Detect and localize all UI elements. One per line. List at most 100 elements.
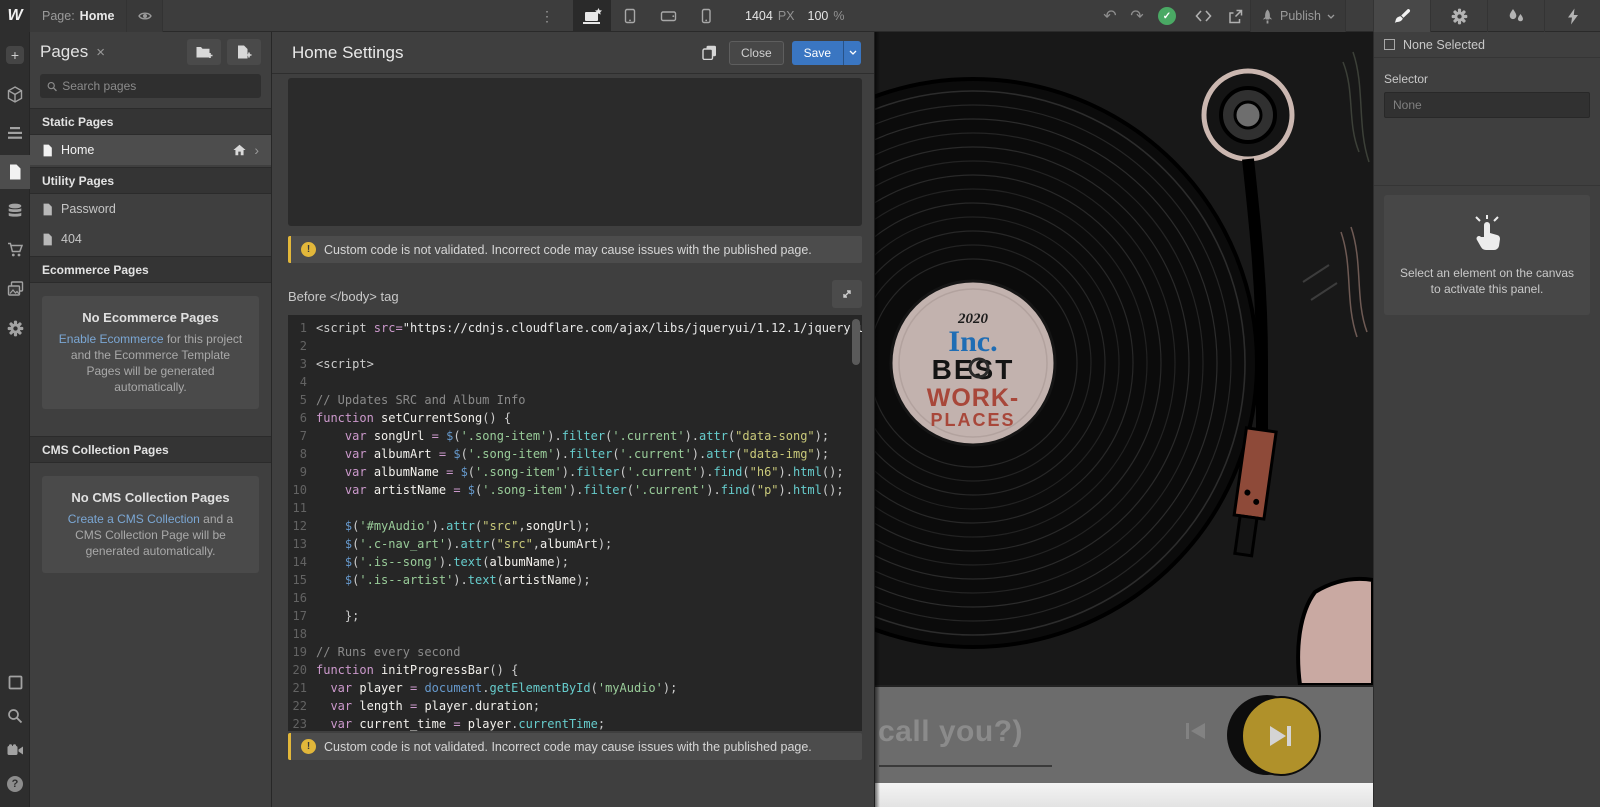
code-text bbox=[316, 373, 862, 391]
save-button[interactable]: Save bbox=[792, 41, 843, 65]
page-row-404[interactable]: 404 bbox=[30, 224, 271, 254]
redo-button[interactable]: ↷ bbox=[1122, 0, 1152, 32]
pages-search[interactable] bbox=[40, 74, 261, 98]
webflow-logo-icon[interactable]: W bbox=[0, 0, 30, 32]
duplicate-icon[interactable] bbox=[702, 45, 717, 60]
code-text: $('.is--song').text(albumName); bbox=[316, 553, 862, 571]
previous-track-button[interactable] bbox=[1183, 719, 1209, 743]
more-options-icon[interactable]: ⋮ bbox=[538, 0, 556, 32]
chevron-down-icon bbox=[1327, 14, 1335, 19]
lightning-icon bbox=[1567, 8, 1579, 25]
selector-input[interactable] bbox=[1393, 98, 1581, 112]
canvas-zoom-value[interactable]: 100 bbox=[808, 9, 829, 23]
selector-field[interactable] bbox=[1384, 92, 1590, 118]
video-tutorials-button[interactable] bbox=[0, 733, 30, 767]
breakpoint-desktop[interactable] bbox=[573, 0, 611, 32]
empty-state-text-line2: to activate this panel. bbox=[1398, 281, 1576, 297]
breakpoint-mobile[interactable] bbox=[687, 0, 725, 32]
footer-code-editor[interactable]: 1<script src="https://cdnjs.cloudflare.c… bbox=[288, 315, 862, 731]
pages-button[interactable] bbox=[0, 155, 30, 189]
code-line[interactable]: 14 $('.is--song').text(albumName); bbox=[288, 553, 862, 571]
head-code-textarea[interactable] bbox=[288, 78, 862, 226]
frame-tool-button[interactable] bbox=[0, 665, 30, 699]
code-line[interactable]: 10 var artistName = $('.song-item').filt… bbox=[288, 481, 862, 499]
new-page-button[interactable] bbox=[227, 39, 261, 65]
project-settings-button[interactable] bbox=[0, 311, 30, 345]
code-line[interactable]: 5// Updates SRC and Album Info bbox=[288, 391, 862, 409]
preview-button[interactable] bbox=[127, 0, 163, 32]
code-line[interactable]: 6function setCurrentSong() { bbox=[288, 409, 862, 427]
progress-track[interactable] bbox=[879, 765, 1052, 767]
selector-label: Selector bbox=[1374, 58, 1600, 92]
search-icon bbox=[7, 708, 23, 724]
code-text: $('.c-nav_art').attr("src",albumArt); bbox=[316, 535, 862, 553]
assets-button[interactable] bbox=[0, 272, 30, 306]
code-line[interactable]: 23 var current_time = player.currentTime… bbox=[288, 715, 862, 731]
tab-element-settings[interactable] bbox=[1544, 0, 1600, 32]
code-line[interactable]: 3<script> bbox=[288, 355, 862, 373]
rocket-icon bbox=[1261, 9, 1274, 24]
export-code-button[interactable] bbox=[1188, 0, 1218, 32]
code-line[interactable]: 7 var songUrl = $('.song-item').filter('… bbox=[288, 427, 862, 445]
question-icon: ? bbox=[7, 776, 23, 792]
help-button[interactable]: ? bbox=[0, 767, 30, 801]
publish-button[interactable]: Publish bbox=[1250, 0, 1346, 32]
empty-state-card: Select an element on the canvas to activ… bbox=[1384, 195, 1590, 315]
code-line[interactable]: 9 var albumName = $('.song-item').filter… bbox=[288, 463, 862, 481]
code-line[interactable]: 2 bbox=[288, 337, 862, 355]
code-line[interactable]: 21 var player = document.getElementById(… bbox=[288, 679, 862, 697]
symbols-button[interactable] bbox=[0, 77, 30, 111]
editor-scrollbar[interactable] bbox=[852, 319, 860, 365]
close-pages-panel-icon[interactable]: × bbox=[96, 44, 181, 61]
code-line[interactable]: 17 }; bbox=[288, 607, 862, 625]
next-track-button[interactable] bbox=[1227, 695, 1323, 777]
pages-search-input[interactable] bbox=[62, 79, 254, 93]
play-circle bbox=[1241, 696, 1321, 776]
code-line[interactable]: 22 var length = player.duration; bbox=[288, 697, 862, 715]
tab-interactions[interactable] bbox=[1487, 0, 1544, 32]
code-line[interactable]: 19// Runs every second bbox=[288, 643, 862, 661]
code-line[interactable]: 18 bbox=[288, 625, 862, 643]
breakpoint-tablet[interactable] bbox=[611, 0, 649, 32]
none-selected-row: None Selected bbox=[1374, 32, 1600, 58]
enable-ecommerce-link[interactable]: Enable Ecommerce bbox=[59, 332, 164, 346]
canvas-width-value[interactable]: 1404 bbox=[745, 9, 773, 23]
code-line[interactable]: 4 bbox=[288, 373, 862, 391]
tab-style[interactable] bbox=[1373, 0, 1430, 32]
undo-button[interactable]: ↶ bbox=[1095, 0, 1125, 32]
design-canvas[interactable]: 2020 Inc. BEST WORK- PLACES bbox=[875, 32, 1373, 807]
code-line[interactable]: 1<script src="https://cdnjs.cloudflare.c… bbox=[288, 319, 862, 337]
close-button[interactable]: Close bbox=[729, 41, 784, 65]
code-line[interactable]: 11 bbox=[288, 499, 862, 517]
expand-editor-button[interactable] bbox=[832, 280, 862, 308]
video-camera-icon bbox=[7, 744, 24, 757]
navigator-button[interactable] bbox=[0, 116, 30, 150]
ecommerce-button[interactable] bbox=[0, 233, 30, 267]
breakpoint-landscape[interactable] bbox=[649, 0, 687, 32]
code-line[interactable]: 8 var albumArt = $('.song-item').filter(… bbox=[288, 445, 862, 463]
save-options-button[interactable] bbox=[843, 41, 861, 65]
add-elements-button[interactable]: + bbox=[0, 38, 30, 72]
skip-back-icon bbox=[1183, 719, 1209, 743]
code-line[interactable]: 20function initProgressBar() { bbox=[288, 661, 862, 679]
new-folder-button[interactable] bbox=[187, 39, 221, 65]
page-switcher[interactable]: Page: Home bbox=[30, 0, 127, 32]
page-row-home[interactable]: Home › bbox=[30, 135, 271, 165]
custom-code-warning: ! Custom code is not validated. Incorrec… bbox=[288, 236, 862, 263]
create-cms-collection-link[interactable]: Create a CMS Collection bbox=[68, 512, 200, 526]
canvas-width-unit: PX bbox=[778, 9, 795, 23]
code-line[interactable]: 12 $('#myAudio').attr("src",songUrl); bbox=[288, 517, 862, 535]
tab-settings[interactable] bbox=[1430, 0, 1487, 32]
saved-status-button[interactable]: ✓ bbox=[1152, 0, 1182, 32]
code-line[interactable]: 13 $('.c-nav_art').attr("src",albumArt); bbox=[288, 535, 862, 553]
find-button[interactable] bbox=[0, 699, 30, 733]
share-button[interactable] bbox=[1220, 0, 1250, 32]
code-line[interactable]: 15 $('.is--artist').text(artistName); bbox=[288, 571, 862, 589]
custom-code-warning: ! Custom code is not validated. Incorrec… bbox=[288, 733, 862, 760]
selection-checkbox[interactable] bbox=[1384, 39, 1395, 50]
page-row-password[interactable]: Password bbox=[30, 194, 271, 224]
code-line[interactable]: 16 bbox=[288, 589, 862, 607]
cms-button[interactable] bbox=[0, 194, 30, 228]
settings-title: Home Settings bbox=[292, 43, 702, 63]
chevron-right-icon[interactable]: › bbox=[254, 142, 259, 158]
